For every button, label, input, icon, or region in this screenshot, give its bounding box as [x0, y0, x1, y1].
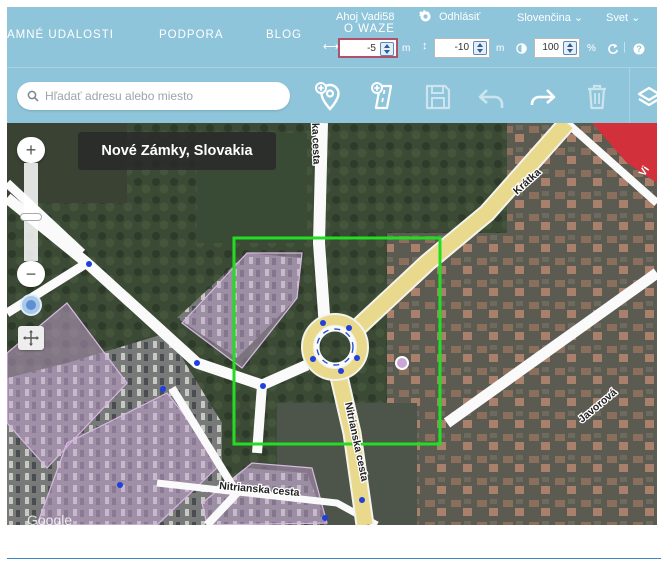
- x-offset-spinner[interactable]: [380, 42, 394, 56]
- map-canvas[interactable]: Krátka Nitrianska cesta Nitrianska cesta…: [7, 123, 657, 525]
- locate-button[interactable]: [18, 326, 44, 350]
- place-label: Nové Zámky, Slovakia: [78, 132, 276, 170]
- y-offset-spinner[interactable]: [473, 41, 487, 55]
- reset-icon[interactable]: [607, 43, 619, 55]
- language-select[interactable]: Slovenčina ⌄: [517, 11, 583, 24]
- redo-icon[interactable]: [525, 80, 559, 114]
- undo-icon[interactable]: [475, 80, 509, 114]
- gear-icon[interactable]: [419, 10, 432, 23]
- map-attribution: Google: [27, 512, 72, 525]
- zoom-slider[interactable]: [20, 163, 42, 261]
- opacity-unit: %: [587, 43, 596, 54]
- nav-item-about[interactable]: O WAZE: [344, 23, 395, 35]
- draw-road-icon[interactable]: [367, 80, 401, 114]
- zoom-out-button[interactable]: −: [17, 261, 45, 287]
- logout-link[interactable]: Odhlásiť: [439, 11, 480, 23]
- x-offset-input[interactable]: -5: [338, 38, 398, 58]
- nav-item-events[interactable]: AMNÉ UDALOSTI: [7, 29, 114, 41]
- move-icon: [23, 330, 39, 346]
- y-offset-input[interactable]: -10: [434, 38, 490, 58]
- zoom-in-button[interactable]: +: [17, 137, 45, 163]
- search-input[interactable]: Hľadať adresu alebo miesto: [45, 89, 193, 103]
- vertical-offset-icon: ↕: [422, 40, 428, 52]
- add-place-icon[interactable]: [313, 80, 347, 114]
- y-offset-unit: m: [496, 43, 505, 54]
- user-greeting[interactable]: Ahoj Vadi58: [336, 11, 395, 23]
- toolbar: Hľadať adresu alebo miesto: [7, 67, 661, 124]
- x-offset-value: -5: [367, 43, 376, 54]
- zoom-slider-handle[interactable]: [20, 213, 42, 221]
- search-box[interactable]: Hľadať adresu alebo miesto: [17, 82, 290, 110]
- bottom-divider: [7, 558, 661, 559]
- search-icon: [27, 90, 39, 102]
- opacity-spinner[interactable]: [563, 41, 577, 55]
- world-select[interactable]: Svet ⌄: [606, 11, 640, 24]
- help-icon[interactable]: ?: [633, 43, 645, 55]
- save-icon[interactable]: [421, 80, 455, 114]
- opacity-input[interactable]: 100: [534, 38, 580, 58]
- street-view-pegman-icon[interactable]: [19, 293, 43, 317]
- toolbar-divider: [629, 68, 630, 124]
- nav-item-blog[interactable]: BLOG: [266, 29, 302, 41]
- nav-item-support[interactable]: PODPORA: [159, 29, 224, 41]
- separator: |: [623, 41, 626, 53]
- map-imagery[interactable]: Krátka Nitrianska cesta Nitrianska cesta…: [7, 123, 657, 525]
- svg-text:?: ?: [636, 44, 642, 54]
- opacity-icon: [516, 43, 527, 54]
- y-offset-value: -10: [454, 42, 469, 53]
- zoom-control: + −: [17, 137, 45, 289]
- header-bar: AMNÉ UDALOSTI PODPORA BLOG O WAZE Ahoj V…: [7, 7, 657, 67]
- layers-icon[interactable]: [635, 80, 668, 114]
- x-offset-unit: m: [402, 43, 411, 54]
- horizontal-offset-icon: ⟷: [323, 41, 339, 53]
- waze-map-editor: AMNÉ UDALOSTI PODPORA BLOG O WAZE Ahoj V…: [0, 0, 668, 561]
- delete-icon[interactable]: [580, 80, 614, 114]
- street-label-ka-cesta: ka cesta: [309, 123, 322, 165]
- opacity-value: 100: [542, 42, 559, 53]
